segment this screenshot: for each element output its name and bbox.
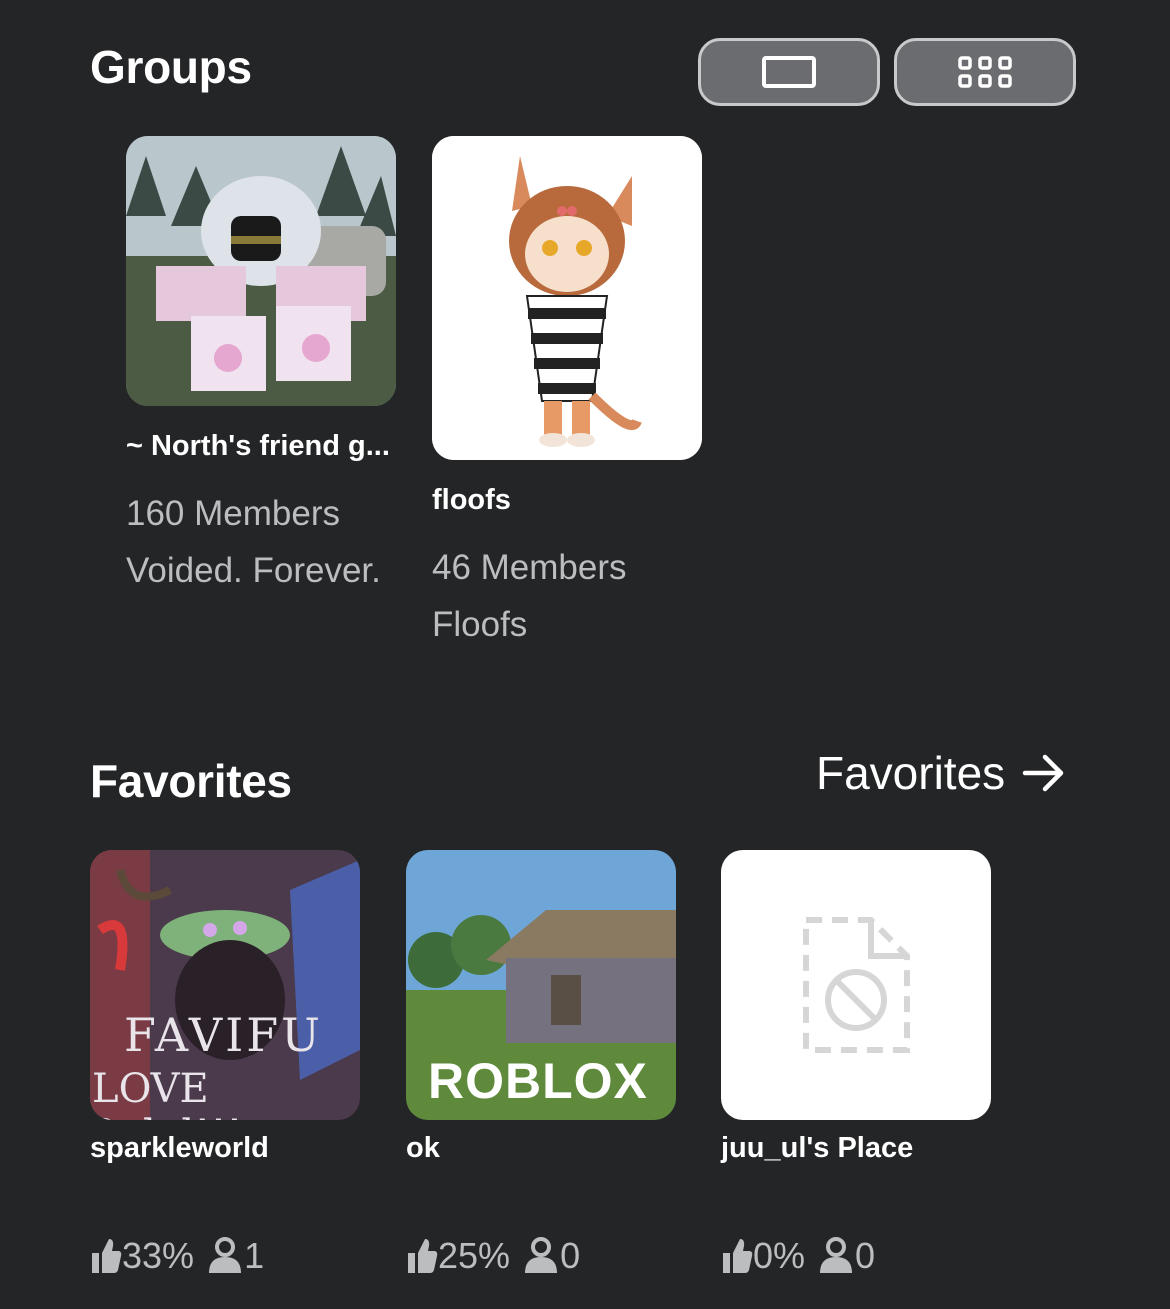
thumb-text: LOVE 9qbd!!! [92,1066,243,1120]
players-icon [209,1237,242,1273]
grid-view-icon [958,56,1012,88]
thumb-text: FAVIFU [124,1008,323,1062]
rating-text: 33% [122,1235,195,1276]
players-text: 1 [244,1235,265,1276]
group-name[interactable]: ~ North's friend g... [126,430,390,463]
players-icon [525,1237,558,1273]
favorites-title: Favorites [90,755,292,807]
game-name[interactable]: sparkleworld [90,1132,269,1165]
game-stats: 25% 0 [406,1232,580,1280]
group-name[interactable]: floofs [432,484,511,517]
game-thumbnail-ok[interactable]: ROBLOX [406,850,676,1120]
players-text: 0 [855,1235,876,1276]
grid-view-button[interactable] [894,38,1076,106]
group-emblem-image [432,136,702,460]
groups-title: Groups [90,41,252,93]
group-members: 46 Members [432,548,627,587]
thumbs-up-icon [92,1239,122,1273]
group-avatar-image [126,136,396,406]
rating-text: 25% [438,1235,511,1276]
game-thumbnail-juu-ul[interactable] [721,850,991,1120]
blocked-file-icon [803,917,910,1053]
single-view-button[interactable] [698,38,880,106]
group-thumbnail-north[interactable] [126,136,396,406]
game-stats: 0% 0 [721,1232,875,1280]
arrow-right-icon [1022,754,1064,792]
group-members: 160 Members [126,494,340,533]
players-icon [820,1237,853,1273]
group-thumbnail-floofs[interactable] [432,136,702,460]
favorites-link-label: Favorites [816,747,1006,799]
game-name[interactable]: juu_ul's Place [721,1132,913,1165]
single-view-icon [762,56,816,88]
thumb-text: ROBLOX [428,1053,648,1109]
group-description: Floofs [432,605,528,644]
players-text: 0 [560,1235,581,1276]
game-thumbnail-sparkleworld[interactable]: FAVIFU LOVE 9qbd!!! [90,850,360,1120]
thumbs-up-icon [723,1239,753,1273]
group-description: Voided. Forever. [126,551,381,590]
thumbs-up-icon [408,1239,438,1273]
favorites-see-all-link[interactable]: Favorites [816,746,1067,800]
rating-text: 0% [753,1235,806,1276]
game-name[interactable]: ok [406,1132,440,1165]
game-stats: 33% 1 [90,1232,264,1280]
